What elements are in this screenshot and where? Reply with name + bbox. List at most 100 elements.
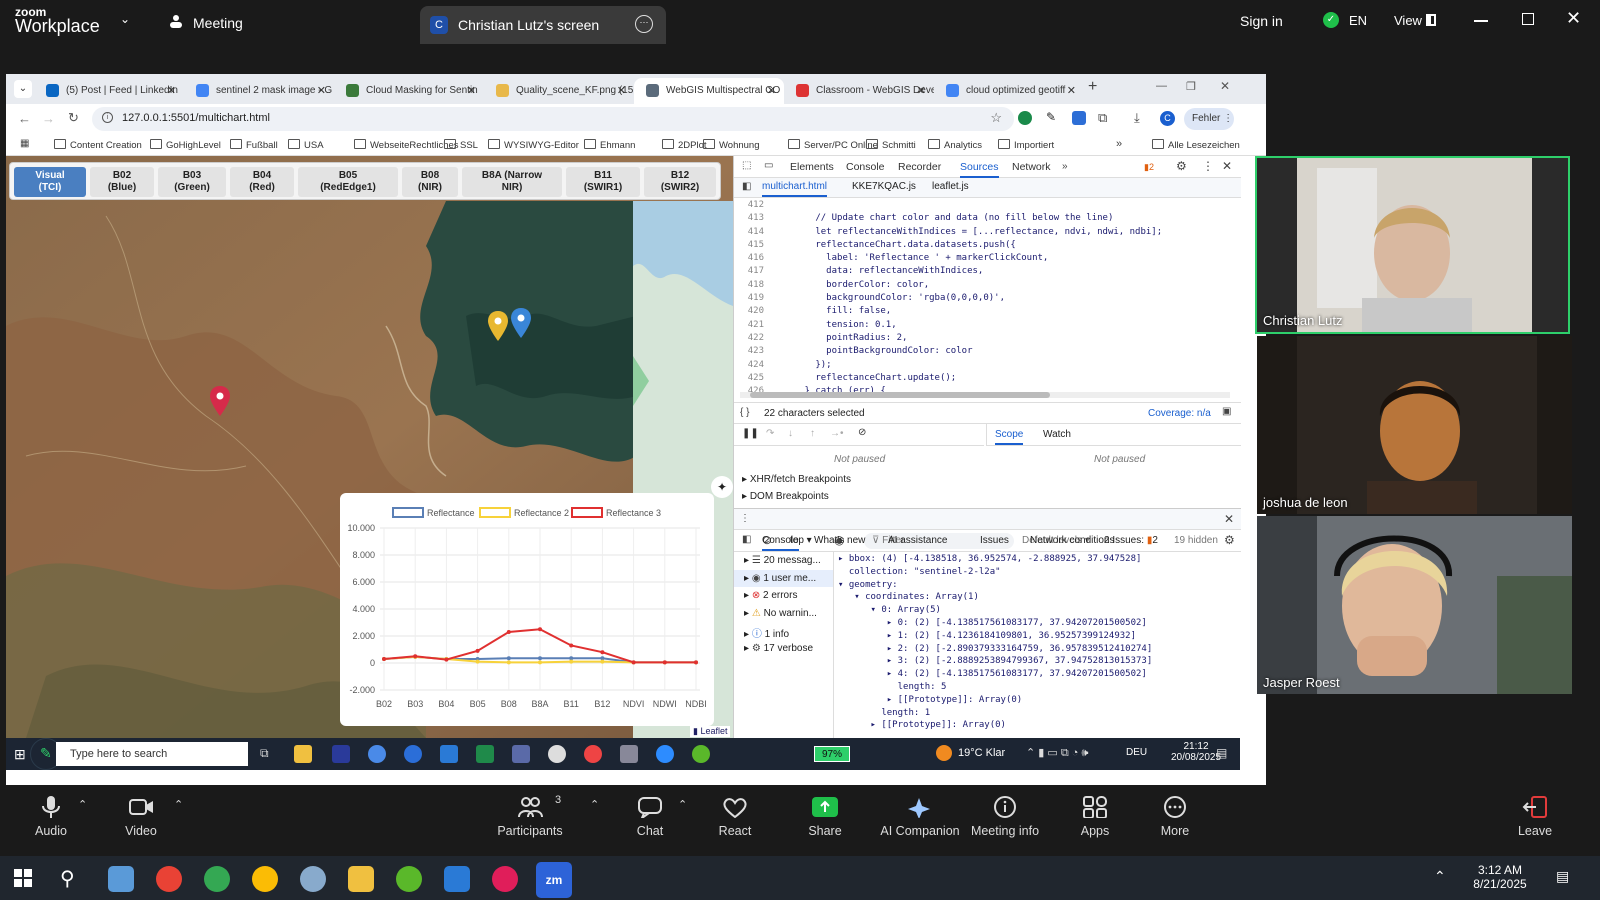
browser-tab[interactable]: (5) Post | Feed | LinkedIn ✕: [34, 78, 184, 104]
source-file-tab[interactable]: leaflet.js: [932, 181, 969, 192]
reload-icon[interactable]: ↻: [68, 110, 79, 126]
bookmark-star-icon[interactable]: ☆: [990, 110, 1002, 126]
devtools-tab[interactable]: Elements: [790, 161, 834, 173]
bookmark-item[interactable]: 2DPlot: [662, 139, 707, 151]
console-sidebar-icon[interactable]: ◧: [742, 534, 751, 545]
browser-tab[interactable]: Cloud Masking for Sentin ✕: [334, 78, 484, 104]
meeting-label[interactable]: Meeting: [193, 15, 243, 31]
band-button[interactable]: B12 (SWIR2): [644, 167, 716, 197]
band-button[interactable]: Visual (TCI): [14, 167, 86, 197]
windows-start-icon[interactable]: [14, 869, 32, 887]
windows-start-icon[interactable]: ⊞: [14, 746, 30, 762]
source-file-tab[interactable]: KKE7KQAC.js: [852, 181, 916, 192]
more-bookmarks-icon[interactable]: »: [1116, 138, 1122, 150]
drawer-tab[interactable]: Issues: [980, 535, 1009, 546]
file-explorer-icon[interactable]: [348, 866, 374, 892]
drawer-close-icon[interactable]: ✕: [1224, 512, 1234, 526]
error-badge-button[interactable]: Fehler ⋮: [1184, 108, 1234, 130]
dom-breakpoints[interactable]: ▸ DOM Breakpoints: [742, 491, 829, 502]
band-button[interactable]: B03 (Green): [158, 167, 226, 197]
band-button[interactable]: B11 (SWIR1): [566, 167, 640, 197]
sign-in-button[interactable]: Sign in: [1240, 13, 1283, 29]
video-tile-jasper[interactable]: Jasper Roest: [1257, 516, 1572, 694]
chat-chevron-icon[interactable]: ⌃: [678, 798, 687, 811]
code-editor[interactable]: 412 413 // Update chart color and data (n…: [734, 200, 1234, 400]
bookmark-item[interactable]: WebseiteRechtliches: [354, 139, 459, 151]
xhr-breakpoints[interactable]: ▸ XHR/fetch Breakpoints: [742, 474, 851, 485]
issues-badge[interactable]: ▮2: [1144, 162, 1154, 173]
coverage-info[interactable]: Coverage: n/a: [1148, 408, 1211, 419]
audio-options-chevron-icon[interactable]: ⌃: [78, 798, 87, 811]
minimize-icon[interactable]: [1474, 20, 1488, 22]
extensions-puzzle-icon[interactable]: ⧉: [1098, 110, 1107, 126]
inspect-icon[interactable]: ⬚: [742, 160, 751, 171]
navigator-toggle-icon[interactable]: ◧: [742, 181, 751, 192]
devtools-tab[interactable]: Network: [1012, 161, 1051, 173]
map-marker-blue[interactable]: [511, 308, 531, 343]
tab-close-icon[interactable]: ✕: [1067, 84, 1076, 97]
excel-icon[interactable]: [476, 745, 494, 763]
ai-companion-button[interactable]: AI Companion: [870, 792, 970, 838]
console-sidebar-item[interactable]: ▸ ⊗ 2 errors: [734, 587, 833, 605]
extension-blue-icon[interactable]: [1072, 111, 1086, 125]
close-icon[interactable]: ✕: [1566, 8, 1581, 29]
shield-check-icon[interactable]: ✓: [1323, 12, 1339, 28]
app-device-icon[interactable]: [620, 745, 638, 763]
drawer-tab[interactable]: Console: [762, 535, 799, 551]
battery-indicator[interactable]: 97%: [814, 746, 850, 762]
participants-chevron-icon[interactable]: ⌃: [590, 798, 599, 811]
leaflet-attribution[interactable]: ▮ Leaflet: [690, 726, 731, 737]
bookmark-item[interactable]: Fußball: [230, 139, 278, 151]
devtools-close-icon[interactable]: ✕: [1222, 159, 1232, 173]
bookmark-item[interactable]: USA: [288, 139, 324, 151]
tab-close-icon[interactable]: ✕: [917, 84, 926, 97]
chrome-icon[interactable]: [156, 866, 182, 892]
satellite-map[interactable]: Visual (TCI) B02 (Blue) B03 (Green) B04 (Red) B0…: [6, 156, 733, 738]
react-button[interactable]: React: [690, 792, 780, 838]
bookmark-item[interactable]: Wohnung: [703, 139, 760, 151]
taskbar-lang[interactable]: DEU: [1126, 747, 1147, 758]
format-braces-icon[interactable]: { }: [740, 407, 749, 418]
zoom-icon[interactable]: [656, 745, 674, 763]
view-button[interactable]: View: [1394, 13, 1422, 28]
horizontal-scrollbar[interactable]: [740, 392, 1230, 398]
browser-tab[interactable]: WebGIS Multispectral CO ✕: [634, 78, 784, 104]
qgis-icon[interactable]: [396, 866, 422, 892]
more-options-icon[interactable]: ···: [635, 15, 653, 33]
leave-button[interactable]: Leave: [1505, 792, 1565, 838]
new-tab-button[interactable]: +: [1088, 78, 1097, 96]
extension-pen-icon[interactable]: ✎: [1046, 110, 1056, 124]
notification-icon[interactable]: ▤: [1216, 746, 1227, 760]
map-marker-yellow[interactable]: [488, 311, 508, 346]
settings-gear-icon[interactable]: ⚙: [1176, 159, 1187, 173]
video-options-chevron-icon[interactable]: ⌃: [174, 798, 183, 811]
bookmark-item[interactable]: GoHighLevel: [150, 139, 221, 151]
console-output[interactable]: ▸ bbox: (4) [-4.138518, 36.952574, -2.88…: [838, 554, 1238, 738]
back-icon[interactable]: ←: [18, 111, 31, 126]
tab-close-icon[interactable]: ✕: [317, 84, 326, 97]
slack-icon[interactable]: [492, 866, 518, 892]
band-button[interactable]: B08 (NIR): [402, 167, 458, 197]
video-button[interactable]: Video: [96, 792, 186, 838]
browser-tab[interactable]: sentinel 2 mask image - G ✕: [184, 78, 334, 104]
cube-icon[interactable]: [512, 745, 530, 763]
bookmark-item[interactable]: Server/PC Online: [788, 139, 878, 151]
device-toggle-icon[interactable]: ▭: [764, 160, 773, 171]
band-button[interactable]: B02 (Blue): [90, 167, 154, 197]
chrome-profile-icon[interactable]: [204, 866, 230, 892]
all-bookmarks-link[interactable]: Alle Lesezeichen: [1152, 139, 1240, 151]
bookmark-item[interactable]: WYSIWYG-Editor: [488, 139, 579, 151]
system-clock[interactable]: 3:12 AM 8/21/2025: [1460, 863, 1540, 891]
browser-tab[interactable]: cloud optimized geotiff ✕: [934, 78, 1084, 104]
deactivate-breakpoints-icon[interactable]: ⊘: [858, 427, 866, 438]
edge-icon[interactable]: [404, 745, 422, 763]
console-sidebar-item[interactable]: ▸ ⓘ 1 info: [734, 622, 833, 640]
source-file-tab[interactable]: multichart.html: [762, 181, 828, 197]
chrome-alt-icon[interactable]: [252, 866, 278, 892]
devtools-tab[interactable]: Recorder: [898, 161, 941, 173]
console-sidebar-item[interactable]: ▸ ⚙ 17 verbose: [734, 640, 833, 658]
profile-avatar[interactable]: C: [1160, 111, 1175, 126]
app-l-icon[interactable]: [332, 745, 350, 763]
shared-screen-tab[interactable]: C Christian Lutz's screen ···: [420, 6, 666, 44]
tab-close-icon[interactable]: ✕: [617, 84, 626, 97]
